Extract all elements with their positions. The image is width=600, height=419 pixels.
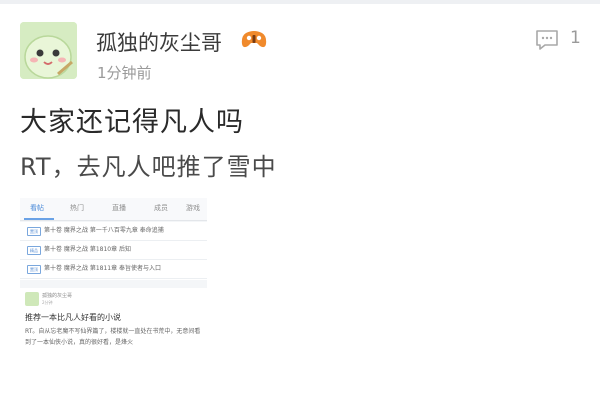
thumb-post-body: RT。自从忘老魔不写仙界篇了，楼楼就一直处在书荒中，无意间看到了一本仙侠小说，真… (25, 328, 201, 346)
thumb-tab: 热门 (70, 204, 84, 212)
cartoon-avatar-icon (20, 22, 77, 79)
thumb-tab-indicator (24, 218, 54, 220)
thread-tag: 置顶 (27, 227, 41, 236)
thumb-tab: 成员 (154, 204, 168, 212)
thread-title: 第十卷 魔界之战 第一千八百零九章 奉命追捕 (44, 227, 164, 234)
thumb-time: 2分钟 (42, 300, 53, 305)
post-body: RT，去凡人吧推了雪中 (20, 153, 277, 181)
list-item: 精品 第十卷 魔界之战 第1810章 后知 (20, 241, 207, 260)
post-title[interactable]: 大家还记得凡人吗 (20, 100, 244, 139)
thumb-tab: 看帖 (30, 204, 44, 212)
thumb-tab: 游戏 (186, 204, 200, 212)
post-card[interactable]: 孤独的灰尘哥 1分钟前 1 大家还记得凡人吗 RT，去凡人吧推了雪中 看帖 热门… (0, 0, 600, 419)
comment-bubble-icon (536, 30, 558, 50)
thumb-post-card: 孤独的灰尘哥 2分钟 推荐一本比凡人好看的小说 RT。自从忘老魔不写仙界篇了，楼… (20, 288, 207, 383)
username[interactable]: 孤独的灰尘哥 (96, 27, 222, 57)
thumb-tab-bar: 看帖 热门 直播 成员 游戏 (20, 198, 207, 221)
thread-title: 第十卷 魔界之战 第1810章 后知 (44, 246, 131, 253)
avatar[interactable] (20, 22, 77, 79)
comment-button[interactable]: 1 (535, 28, 581, 52)
thread-title: 第十卷 魔界之战 第1811章 奉旨使者与入口 (44, 265, 161, 272)
thread-tag: 精品 (27, 246, 41, 255)
attached-image[interactable]: 看帖 热门 直播 成员 游戏 置顶 第十卷 魔界之战 第一千八百零九章 奉命追捕… (20, 198, 207, 383)
thumb-post-title: 推荐一本比凡人好看的小说 (25, 313, 121, 322)
game-controller-icon (240, 27, 268, 51)
list-item: 置顶 第十卷 魔界之战 第一千八百零九章 奉命追捕 (20, 222, 207, 241)
post-time: 1分钟前 (97, 64, 152, 82)
thumb-username: 孤独的灰尘哥 (42, 293, 73, 299)
comment-count: 1 (570, 28, 581, 48)
thumb-avatar (25, 292, 39, 306)
thumb-tab: 直播 (112, 204, 126, 212)
list-item: 置顶 第十卷 魔界之战 第1811章 奉旨使者与入口 (20, 260, 207, 279)
thumb-thread-list: 置顶 第十卷 魔界之战 第一千八百零九章 奉命追捕 精品 第十卷 魔界之战 第1… (20, 222, 207, 280)
thread-tag: 置顶 (27, 265, 41, 274)
